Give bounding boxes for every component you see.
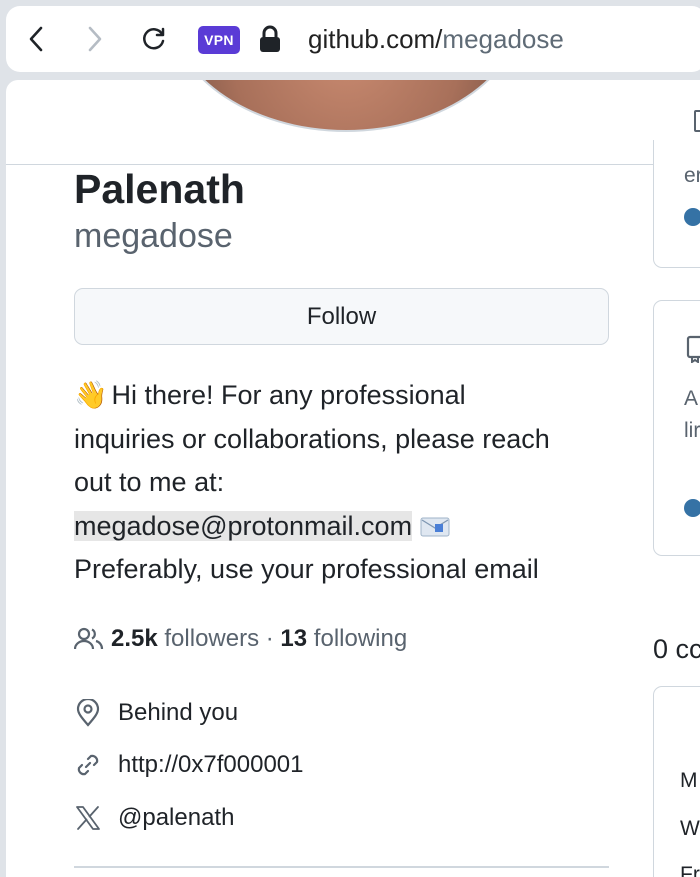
profile-login: megadose: [74, 217, 233, 255]
language-color-dot: [684, 208, 700, 226]
link-icon: [74, 751, 102, 779]
waving-hand-emoji: 👋: [74, 380, 108, 410]
contrib-row-fragment-2: W: [680, 817, 700, 840]
repo-desc-fragment-1: A: [684, 387, 699, 410]
profile-name: Palenath: [74, 166, 245, 212]
contrib-row-fragment-3: Fr: [680, 863, 700, 877]
location-item: Behind you: [74, 696, 238, 730]
location-text: Behind you: [118, 699, 239, 726]
pinned-repo-text-fragment: er: [684, 164, 700, 187]
profile-bio: 👋 Hi there! For any professional inquiri…: [74, 374, 614, 592]
bio-email[interactable]: megadose@protonmail.com: [74, 510, 413, 541]
repo-desc-fragment-2: lir: [684, 419, 700, 442]
follow-button[interactable]: Follow: [74, 288, 609, 345]
following-label: following: [313, 625, 408, 652]
vpn-badge[interactable]: VPN: [198, 26, 240, 54]
back-button[interactable]: [22, 25, 50, 53]
book-icon[interactable]: [694, 110, 700, 132]
twitter-item: @palenath: [74, 801, 234, 835]
contributions-card: M W Fr: [653, 686, 700, 877]
followers-link[interactable]: 2.5k followers: [111, 622, 259, 656]
page-viewport: Palenath megadose Follow 👋 Hi there! For…: [6, 80, 700, 877]
x-logo-icon: [74, 804, 102, 832]
website-link[interactable]: http://0x7f000001: [118, 748, 303, 782]
language-color-dot-2: [684, 499, 700, 517]
location-pin-icon: [74, 699, 102, 727]
people-icon: [74, 627, 104, 650]
stats-separator: ·: [259, 625, 281, 652]
pinned-repo-card[interactable]: er: [653, 140, 700, 268]
followers-count: 2.5k: [111, 625, 158, 652]
forward-button[interactable]: [81, 25, 109, 53]
url-domain: github.com/: [308, 24, 443, 54]
avatar[interactable]: [166, 80, 526, 132]
twitter-link[interactable]: @palenath: [118, 801, 234, 835]
bio-line-3: out to me at:: [74, 467, 225, 497]
url-path: megadose: [442, 24, 564, 54]
contrib-row-fragment-1: M: [680, 769, 698, 792]
followers-label: followers: [164, 625, 260, 652]
envelope-icon: [420, 517, 450, 537]
follow-stats: 2.5k followers · 13 following: [74, 622, 407, 656]
chevron-right-icon: [88, 26, 102, 52]
pinned-repo-card-2[interactable]: A lir: [653, 300, 700, 556]
lock-icon[interactable]: [258, 24, 282, 54]
bio-line-5: Preferably, use your professional email: [74, 554, 539, 584]
chevron-left-icon: [29, 26, 43, 52]
following-count: 13: [280, 625, 308, 652]
sidebar-divider: [74, 866, 609, 868]
bio-line-2: inquiries or collaborations, please reac…: [74, 423, 550, 454]
reload-icon: [143, 27, 165, 50]
repo-icon: [686, 335, 700, 363]
bio-line-1: Hi there! For any professional: [104, 380, 466, 410]
address-bar[interactable]: github.com/megadose: [308, 22, 564, 56]
browser-toolbar: VPN github.com/megadose: [6, 6, 700, 72]
contributions-heading-fragment: 0 cc: [653, 634, 700, 664]
following-link[interactable]: 13 following: [280, 622, 407, 656]
reload-button[interactable]: [140, 25, 168, 53]
website-item: http://0x7f000001: [74, 748, 303, 782]
